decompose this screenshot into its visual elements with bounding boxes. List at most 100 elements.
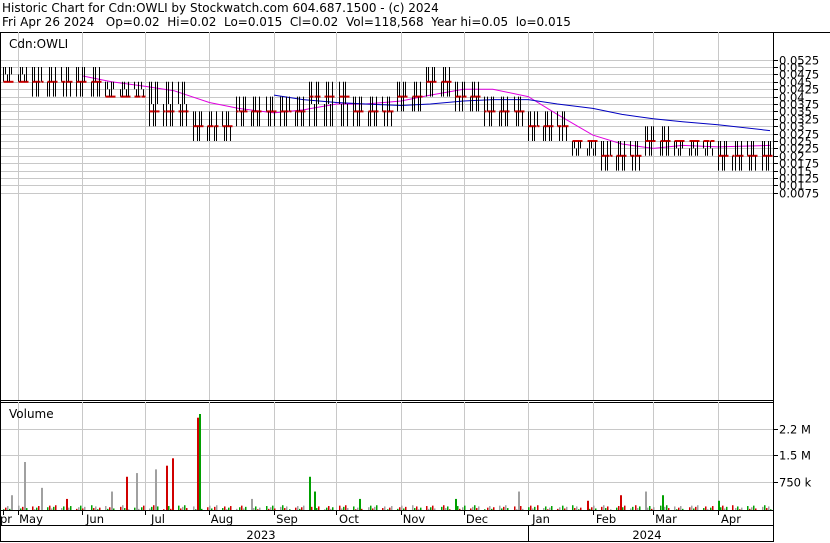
volume-bar [622,507,624,510]
volume-bar [47,507,49,510]
volume-bar [630,508,632,510]
volume-bar [93,508,95,510]
volume-bar [459,508,461,510]
volume-bar [182,506,184,510]
volume-bar [228,507,230,510]
volume-bar [91,505,93,510]
volume-bar [735,508,737,510]
volume-bar [432,505,434,510]
volume-bar [341,508,343,510]
volume-bar [255,506,257,510]
volume-bar [124,508,126,510]
volume-bar [107,508,109,510]
volume-bar [243,508,245,510]
volume-bar [222,508,224,510]
volume-bar [149,508,151,510]
volume-bar [34,509,36,510]
volume-bar [330,508,332,510]
volume-bar [747,506,749,510]
volume-bar [391,506,393,510]
volume-bar [428,508,430,510]
volume-bar [389,507,391,510]
volume-bar [489,506,491,510]
volume-bar [332,507,334,510]
volume-bar [739,509,741,510]
volume-bar [286,506,288,510]
volume-bar [487,507,489,510]
volume-bar [737,506,739,510]
volume-bar [664,506,666,510]
volume-bar [38,506,40,510]
volume-bar [691,505,693,510]
volume-bar [295,507,297,510]
volume-bar [257,509,259,510]
volume-spike-bar [41,487,43,510]
stock-chart-window: Historic Chart for Cdn:OWLI by Stockwatc… [0,0,830,543]
volume-spike-bar [199,414,201,510]
volume-bar [397,508,399,510]
volume-bar [426,506,428,510]
year-label-2024: 2024 [632,528,661,542]
volume-bar [345,505,347,510]
volume-bar [95,506,97,510]
volume-bar [705,506,707,510]
volume-bar [22,506,24,510]
volume-bar [20,508,22,510]
volume-bar [441,506,443,510]
volume-spike-bar [718,500,720,510]
volume-bar [534,506,536,510]
volume-bar [211,508,213,510]
volume-bar [522,508,524,510]
volume-bar [755,508,757,510]
volume-bar [253,508,255,510]
month-label: pr [0,512,12,526]
volume-bar [401,505,403,510]
volume-bar [578,509,580,510]
volume-bar [168,506,170,510]
volume-spike-bar [172,458,174,510]
volume-bar [241,505,243,510]
volume-bar [270,507,272,510]
volume-bar [372,508,374,510]
volume-bar [749,508,751,510]
volume-bar [105,506,107,510]
volume-bar [374,506,376,510]
volume-bar [605,508,607,510]
volume-bar [457,506,459,510]
volume-spike-bar [166,465,168,510]
volume-bar [209,505,211,510]
volume-bar [637,508,639,510]
volume-bar [355,509,357,510]
volume-spike-bar [111,491,113,510]
volume-bar [384,506,386,510]
volume-panel-label: Volume [9,407,54,421]
volume-bar [724,508,726,510]
volume-bar [303,505,305,510]
volume-bar [764,505,766,510]
volume-bar [76,508,78,510]
volume-bar [574,508,576,510]
volume-bar [549,507,551,510]
volume-bar [49,505,51,510]
volume-spike-bar [309,476,311,510]
volume-bar [178,505,180,510]
volume-bar [370,505,372,510]
volume-bar [514,506,516,510]
volume-bar [193,506,195,510]
volume-bar [318,506,320,510]
volume-bar [347,508,349,510]
volume-tick-label: 1.5 M [779,449,811,463]
volume-bar [770,509,772,510]
volume-bar [710,507,712,510]
volume-bar [720,507,722,510]
volume-bar [113,508,115,510]
volume-bar [68,507,70,510]
volume-bar [464,505,466,510]
volume-bar [153,505,155,510]
volume-bar [361,508,363,510]
volume-bar [543,508,545,510]
volume-bar [55,505,57,510]
volume-bar [762,506,764,510]
volume-spike-bar [251,498,253,510]
volume-bar [143,505,145,510]
